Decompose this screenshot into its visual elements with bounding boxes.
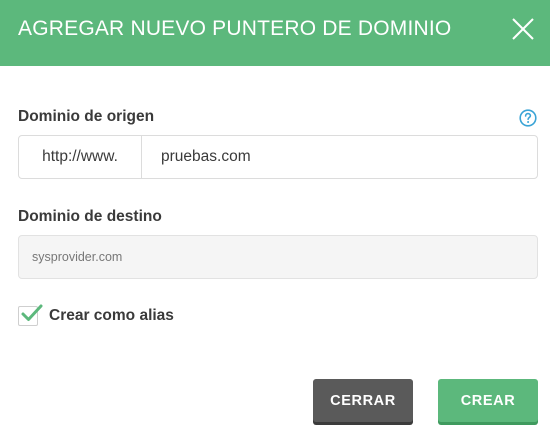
- create-button[interactable]: CREAR: [438, 379, 538, 422]
- dialog-title: AGREGAR NUEVO PUNTERO DE DOMINIO: [18, 17, 452, 40]
- alias-checkbox-row[interactable]: Crear como alias: [18, 304, 174, 327]
- origin-domain-input[interactable]: [142, 136, 537, 178]
- alias-checkbox[interactable]: [18, 304, 43, 326]
- origin-prefix: http://www.: [19, 136, 142, 178]
- destination-domain-input[interactable]: [18, 235, 538, 279]
- checkmark-icon: [21, 304, 43, 321]
- origin-domain-label: Dominio de origen: [18, 108, 155, 125]
- close-button[interactable]: CERRAR: [313, 379, 413, 422]
- alias-checkbox-label: Crear como alias: [49, 307, 174, 324]
- dialog-header: AGREGAR NUEVO PUNTERO DE DOMINIO: [0, 0, 550, 66]
- destination-domain-label: Dominio de destino: [18, 208, 162, 225]
- question-circle-icon[interactable]: [519, 109, 537, 127]
- close-icon[interactable]: [508, 14, 538, 44]
- origin-domain-group: http://www.: [18, 135, 538, 179]
